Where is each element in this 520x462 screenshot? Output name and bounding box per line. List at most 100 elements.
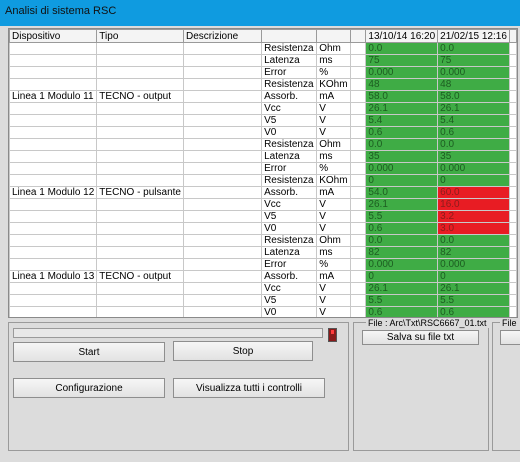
cell-value-date-1: 0.6 [365, 306, 439, 317]
cell-parametro: Resistenza [261, 78, 318, 91]
cell-parametro: V5 [261, 210, 318, 223]
cell-value-date-1: 82 [365, 246, 439, 259]
table-row[interactable]: Vcc V 26.1 26.1 [9, 282, 517, 295]
show-all-controls-button[interactable]: Visualizza tutti i controlli [173, 378, 325, 398]
table-row[interactable]: Error% 0.000 0.000 [9, 162, 517, 175]
cell-spacer [349, 78, 367, 91]
table-row[interactable]: Error% 0.000 0.000 [9, 258, 517, 271]
cell-dispositivo: Linea 1 Modulo 12 [9, 186, 98, 199]
cell-unita: KOhm [316, 78, 351, 91]
cell-dispositivo [9, 282, 98, 295]
cell-value-date-2: 3.2 [437, 210, 510, 223]
cell-value-date-1: 26.1 [365, 102, 439, 115]
table-row[interactable]: Vcc V 26.1 16.0 [9, 198, 517, 211]
column-header-spacer[interactable] [349, 29, 367, 43]
column-header-dispositivo[interactable]: Dispositivo [9, 29, 98, 43]
window-title: Analisi di sistema RSC [5, 5, 117, 17]
cell-unita: ms [316, 54, 351, 67]
cell-parametro: Latenza [261, 246, 318, 259]
table-row[interactable]: V5 V 5.4 5.4 [9, 114, 517, 127]
cell-parametro: V0 [261, 222, 318, 235]
cell-value-date-1: 0 [365, 270, 439, 283]
cell-extra [508, 78, 517, 91]
save-txt-button-2[interactable] [500, 330, 520, 345]
results-table: Dispositivo Tipo Descrizione 13/10/14 16… [9, 29, 517, 317]
cell-descrizione [182, 138, 263, 151]
column-header-tipo[interactable]: Tipo [96, 29, 184, 43]
cell-tipo [96, 114, 184, 127]
column-header-date-1[interactable]: 13/10/14 16:20 [365, 29, 439, 43]
cell-descrizione [182, 294, 263, 307]
cell-tipo [96, 198, 184, 211]
table-row[interactable]: V0 V 0.6 0.6 [9, 306, 517, 317]
cell-value-date-2: 0.0 [437, 234, 510, 247]
table-row[interactable]: Linea 1 Modulo 11 TECNO - output Assorb. mA… [9, 90, 517, 103]
table-row[interactable]: V5 V 5.5 5.5 [9, 294, 517, 307]
cell-value-date-1: 54.0 [365, 186, 439, 199]
table-row[interactable]: Resistenza KOhm 0 0 [9, 174, 517, 187]
table-row[interactable]: Latenza ms 35 35 [9, 150, 517, 163]
cell-tipo [96, 222, 184, 235]
table-row[interactable]: Linea 1 Modulo 12 TECNO - pulsante Assorb.… [9, 186, 517, 199]
cell-spacer [349, 258, 367, 271]
cell-dispositivo [9, 78, 98, 91]
table-row[interactable]: Error% 0.000 0.000 [9, 66, 517, 79]
cell-extra [508, 54, 517, 67]
cell-dispositivo: Linea 1 Modulo 13 [9, 270, 98, 283]
table-row[interactable]: Resistenza Ohm 0.0 0.0 [9, 234, 517, 247]
cell-unita: % [316, 258, 351, 271]
cell-unita: V [316, 114, 351, 127]
cell-tipo [96, 42, 184, 55]
cell-descrizione [182, 150, 263, 163]
cell-value-date-2: 35 [437, 150, 510, 163]
table-row[interactable]: Linea 1 Modulo 13 TECNO - output Assorb. mA… [9, 270, 517, 283]
table-row[interactable]: Latenza ms 82 82 [9, 246, 517, 259]
column-header-parametro[interactable] [261, 29, 318, 43]
column-header-descrizione[interactable]: Descrizione [182, 29, 263, 43]
cell-parametro: V0 [261, 126, 318, 139]
table-row[interactable]: V0 V 0.6 0.6 [9, 126, 517, 139]
cell-extra [508, 282, 517, 295]
cell-descrizione [182, 90, 263, 103]
table-row[interactable]: Vcc V 26.1 26.1 [9, 102, 517, 115]
cell-value-date-1: 0.000 [365, 66, 439, 79]
configuration-button[interactable]: Configurazione [13, 378, 165, 398]
cell-extra [508, 90, 517, 103]
cell-tipo [96, 246, 184, 259]
cell-value-date-1: 5.5 [365, 294, 439, 307]
cell-unita: KOhm [316, 174, 351, 187]
status-led-icon [328, 328, 337, 342]
cell-value-date-1: 0.000 [365, 258, 439, 271]
cell-parametro: Error [261, 258, 318, 271]
table-row[interactable]: Resistenza KOhm 48 48 [9, 78, 517, 91]
table-row[interactable]: Resistenza Ohm 0.0 0.0 [9, 42, 517, 55]
cell-value-date-2: 0.0 [437, 138, 510, 151]
table-header-row: Dispositivo Tipo Descrizione 13/10/14 16… [9, 29, 517, 43]
table-row[interactable]: Latenza ms 75 75 [9, 54, 517, 67]
cell-dispositivo [9, 138, 98, 151]
cell-spacer [349, 138, 367, 151]
cell-spacer [349, 102, 367, 115]
table-row[interactable]: V5 V 5.5 3.2 [9, 210, 517, 223]
cell-extra [508, 222, 517, 235]
cell-value-date-1: 0.0 [365, 138, 439, 151]
cell-spacer [349, 114, 367, 127]
table-row[interactable]: Resistenza Ohm 0.0 0.0 [9, 138, 517, 151]
cell-descrizione [182, 114, 263, 127]
cell-tipo [96, 78, 184, 91]
cell-parametro: Assorb. [261, 186, 318, 199]
save-txt-button[interactable]: Salva su file txt [362, 330, 479, 345]
cell-value-date-2: 0.6 [437, 306, 510, 317]
start-button[interactable]: Start [13, 342, 165, 362]
cell-extra [508, 198, 517, 211]
column-header-unita[interactable] [316, 29, 351, 43]
table-row[interactable]: V0 V 0.6 3.0 [9, 222, 517, 235]
column-header-date-2[interactable]: 21/02/15 12:16 [437, 29, 510, 43]
results-grid[interactable]: Dispositivo Tipo Descrizione 13/10/14 16… [8, 28, 518, 318]
cell-value-date-2: 0 [437, 270, 510, 283]
cell-value-date-2: 0.000 [437, 66, 510, 79]
cell-descrizione [182, 78, 263, 91]
cell-tipo [96, 54, 184, 67]
cell-unita: ms [316, 246, 351, 259]
stop-button[interactable]: Stop [173, 341, 313, 361]
